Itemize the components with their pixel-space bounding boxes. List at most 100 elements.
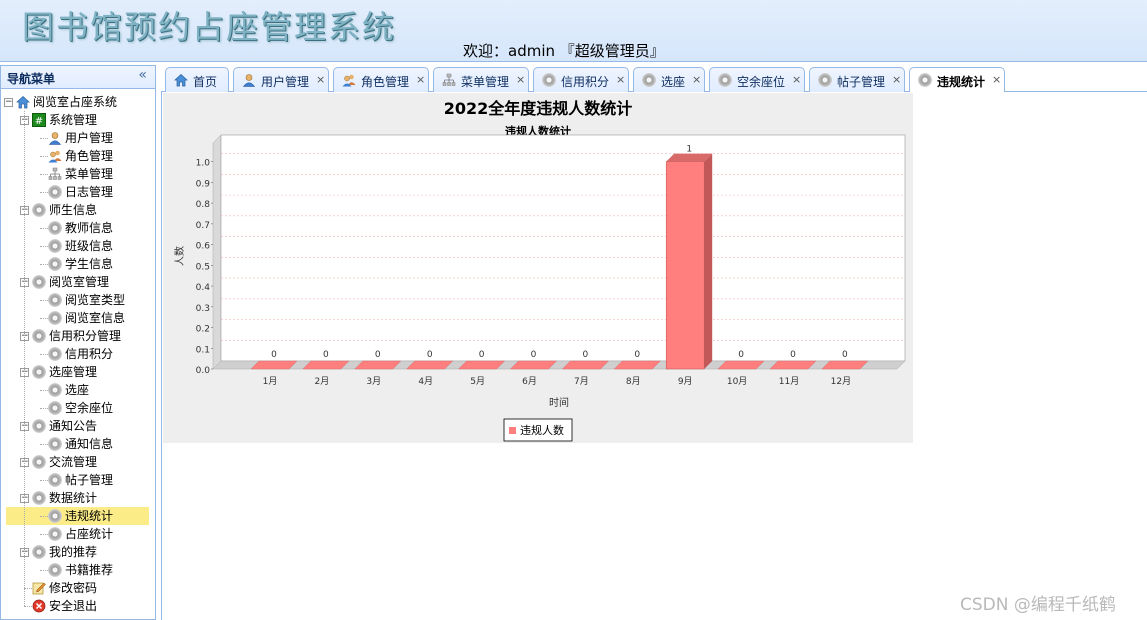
tree-connector	[40, 570, 48, 571]
tab-6[interactable]: 空余座位 ×	[709, 67, 805, 92]
gear-icon	[48, 401, 62, 415]
welcome-text: 欢迎：admin 『超级管理员』	[463, 42, 665, 60]
tab-bar: 首页 用户管理 × 角色管理 × 菜单管理 × 信用积分 × 选座 × 空余座位 × 帖子管理 × 违规统计 ×	[161, 65, 1147, 93]
bar-8月	[613, 360, 661, 370]
tab-close-icon[interactable]: ×	[692, 73, 701, 86]
y-tick-label: 0.9	[196, 179, 211, 189]
tree-leaf-23[interactable]: 违规统计	[6, 507, 149, 525]
tree-connector	[40, 156, 48, 157]
y-tick-label: 0.3	[196, 304, 210, 314]
gear-icon	[542, 73, 556, 87]
tab-close-icon[interactable]: ×	[992, 73, 1001, 86]
plot-background	[220, 134, 906, 362]
y-tick-label: 0.0	[196, 366, 211, 376]
x-tick-label: 3月	[366, 376, 381, 387]
tab-close-icon[interactable]: ×	[616, 73, 625, 86]
gear-icon	[48, 383, 62, 397]
collapse-icon[interactable]: «	[138, 67, 147, 83]
watermark: CSDN @编程千纸鹤	[960, 595, 1116, 615]
tab-label: 空余座位	[737, 75, 786, 89]
tab-2[interactable]: 角色管理 ×	[333, 67, 429, 92]
tree-connector	[24, 111, 25, 606]
tree-connector	[40, 390, 48, 391]
tab-close-icon[interactable]: ×	[316, 73, 325, 86]
tree-connector	[40, 444, 48, 445]
x-tick-label: 2月	[315, 376, 330, 387]
gear-icon	[48, 311, 62, 325]
tree-connector	[40, 480, 48, 481]
data-label: 0	[479, 350, 485, 360]
tree-connector	[40, 138, 48, 139]
gear-icon	[32, 365, 46, 379]
bar-side	[704, 153, 713, 369]
x-tick-label: 12月	[831, 376, 851, 387]
x-tick-label: 4月	[418, 376, 433, 387]
bar-top	[666, 153, 713, 162]
tree-label: 班级信息	[65, 239, 114, 253]
bar-6月	[510, 360, 557, 370]
gear-icon	[48, 257, 62, 271]
bar-12月	[821, 360, 869, 370]
tree-label: 阅览室占座系统	[33, 95, 118, 109]
tree-label: 阅览室信息	[65, 311, 126, 325]
tab-0[interactable]: 首页	[165, 67, 229, 92]
tab-4[interactable]: 信用积分 ×	[533, 67, 629, 92]
tree-label: 日志管理	[65, 185, 114, 199]
tab-7[interactable]: 帖子管理 ×	[809, 67, 905, 92]
gear-icon	[48, 509, 62, 523]
tab-label: 信用积分	[561, 75, 610, 89]
sidebar: 导航菜单 « − 阅览室占座系统 − # 系统管理 用户管理 角色管理 菜单管理 日志管理 − 师生…	[0, 65, 156, 620]
y-tick-label: 0.2	[196, 325, 210, 335]
tab-1[interactable]: 用户管理 ×	[233, 67, 329, 92]
edit-icon	[32, 581, 46, 595]
gear-icon	[32, 329, 46, 343]
tab-close-icon[interactable]: ×	[792, 73, 801, 86]
collapse-toggle-icon[interactable]: −	[4, 98, 13, 107]
y-tick-label: 0.7	[196, 221, 210, 231]
grid-icon: #	[32, 113, 46, 127]
tab-label: 角色管理	[361, 75, 410, 89]
sidebar-title: 导航菜单	[7, 72, 56, 86]
tab-label: 选座	[661, 75, 686, 89]
gear-icon	[32, 275, 46, 289]
tree-connector	[40, 408, 48, 409]
tree-node-0[interactable]: − 阅览室占座系统	[1, 93, 153, 111]
x-tick-label: 9月	[678, 376, 693, 387]
tree-connector	[40, 228, 48, 229]
tree-label: 安全退出	[49, 599, 98, 613]
tab-5[interactable]: 选座 ×	[633, 67, 705, 92]
sitemap-icon	[442, 73, 456, 87]
tree-connector	[40, 192, 48, 193]
tree-label: 数据统计	[49, 491, 98, 505]
tab-3[interactable]: 菜单管理 ×	[433, 67, 529, 92]
tab-close-icon[interactable]: ×	[416, 73, 425, 86]
legend-swatch	[509, 427, 516, 434]
bar-7月	[561, 360, 609, 370]
tree-label: 帖子管理	[65, 473, 114, 487]
tree-label: 师生信息	[49, 203, 98, 217]
gear-icon	[818, 73, 832, 87]
plot-side-wall	[212, 134, 222, 370]
chart-panel: 2022全年度违规人数统计 违规人数统计 0.0 0.1 0.2 0.3 0.4 0.5 0.6…	[163, 93, 913, 443]
tree-label: 通知公告	[49, 419, 98, 433]
bar-4月	[406, 360, 454, 370]
data-label: 0	[427, 350, 433, 360]
tab-close-icon[interactable]: ×	[516, 73, 525, 86]
tree-label: 角色管理	[65, 149, 114, 163]
bar-5月	[458, 360, 506, 370]
sidebar-header: 导航菜单 «	[1, 66, 155, 89]
gear-icon	[48, 473, 62, 487]
x-axis-label: 时间	[549, 396, 569, 409]
data-label: 0	[738, 350, 744, 360]
data-label: 0	[531, 350, 537, 360]
y-axis-label: 人数	[173, 246, 186, 266]
gear-icon	[718, 73, 732, 87]
tree-label: 学生信息	[65, 257, 114, 271]
tab-close-icon[interactable]: ×	[892, 73, 901, 86]
violation-chart: 2022全年度违规人数统计违规人数统计0.00.10.20.30.40.50.6…	[173, 99, 906, 442]
gear-icon	[32, 491, 46, 505]
tree-label: 交流管理	[49, 455, 98, 469]
tab-8[interactable]: 违规统计 ×	[909, 67, 1005, 93]
app-header: 图书馆预约占座管理系统 欢迎：admin 『超级管理员』	[0, 0, 1147, 62]
data-label: 1	[686, 145, 692, 155]
